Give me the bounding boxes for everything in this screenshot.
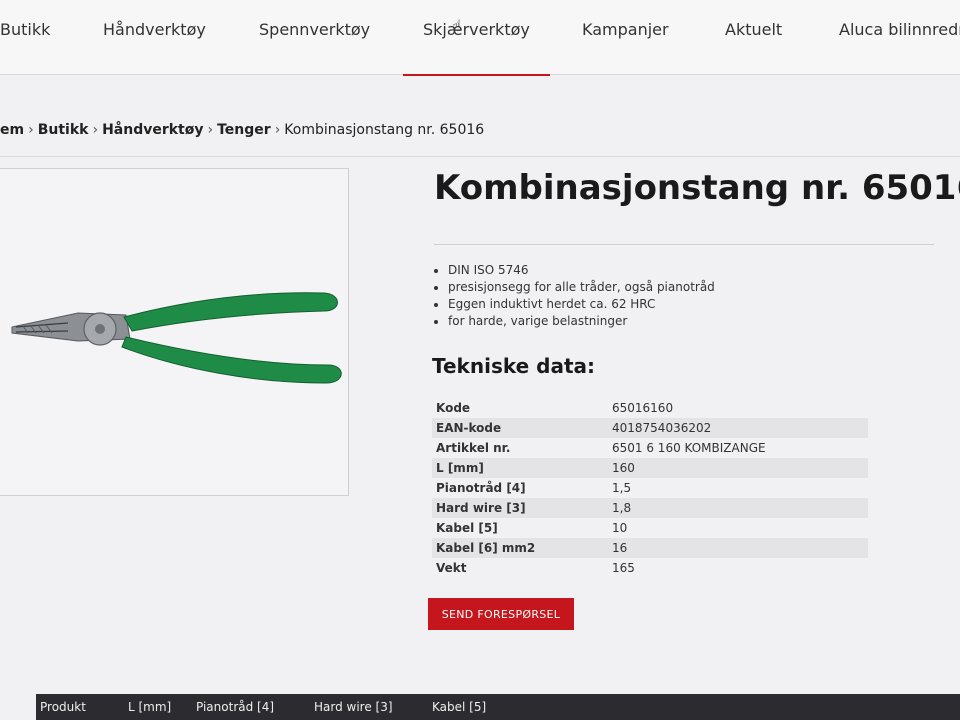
feature-item: Eggen induktivt herdet ca. 62 HRC <box>448 296 715 313</box>
breadcrumb-item-handverktoy[interactable]: Håndverktøy <box>102 122 203 138</box>
spec-key: Artikkel nr. <box>436 441 511 455</box>
breadcrumb-current: Kombinasjonstang nr. 65016 <box>284 122 485 138</box>
product-table-header: Produkt L [mm] Pianotråd [4] Hard wire [… <box>36 694 960 720</box>
product-image-box[interactable] <box>0 168 349 496</box>
nav-item-aktuelt[interactable]: Aktuelt <box>725 20 782 39</box>
spec-key: Kode <box>436 401 471 415</box>
column-header-hard-wire[interactable]: Hard wire [3] <box>314 700 393 714</box>
specs-table: Kode 65016160 EAN-kode 4018754036202 Artik… <box>432 398 868 578</box>
breadcrumb-item-butikk[interactable]: Butikk <box>38 122 89 138</box>
spec-key: EAN-kode <box>436 421 502 435</box>
breadcrumb: em › Butikk › Håndverktøy › Tenger › Kombinasjon… <box>0 122 484 138</box>
product-title: Kombinasjonstang nr. 65016 <box>434 168 960 208</box>
spec-key: L [mm] <box>436 461 484 475</box>
spec-key: Vekt <box>436 561 467 575</box>
spec-value: 10 <box>612 521 628 535</box>
nav-item-spennverktoy[interactable]: Spennverktøy <box>259 20 370 39</box>
spec-value: 1,8 <box>612 501 632 515</box>
spec-key: Hard wire [3] <box>436 501 526 515</box>
spec-value: 16 <box>612 541 628 555</box>
specs-title: Tekniske data: <box>432 354 596 378</box>
breadcrumb-item-home[interactable]: em <box>0 122 24 138</box>
hand-pointer-icon: ☝ <box>452 16 462 35</box>
feature-item: DIN ISO 5746 <box>448 262 715 279</box>
breadcrumb-separator: › <box>92 122 99 138</box>
spec-value: 1,5 <box>612 481 632 495</box>
feature-list: DIN ISO 5746 presisjonsegg for alle tråd… <box>430 262 715 330</box>
spec-value: 160 <box>612 461 635 475</box>
spec-key: Kabel [5] <box>436 521 498 535</box>
breadcrumb-separator: › <box>28 122 34 138</box>
spec-key: Pianotråd [4] <box>436 481 526 495</box>
breadcrumb-item-tenger[interactable]: Tenger <box>217 122 271 138</box>
spec-key: Kabel [6] mm2 <box>436 541 536 555</box>
table-row: Hard wire [3] 1,8 <box>432 498 868 518</box>
table-row: Kabel [5] 10 <box>432 518 868 538</box>
spec-value: 165 <box>612 561 635 575</box>
table-row: Vekt 165 <box>432 558 868 578</box>
breadcrumb-separator: › <box>207 122 214 138</box>
divider <box>0 156 960 157</box>
spec-value: 6501 6 160 KOMBIZANGE <box>612 441 766 455</box>
divider <box>434 244 934 245</box>
top-navigation: Butikk Håndverktøy Spennverktøy Skjærver… <box>0 0 960 76</box>
send-request-button[interactable]: SEND FORESPØRSEL <box>428 598 574 630</box>
nav-item-butikk[interactable]: Butikk <box>0 20 50 39</box>
table-row: Artikkel nr. 6501 6 160 KOMBIZANGE <box>432 438 868 458</box>
nav-item-skjaerverktoy[interactable]: Skjærverktøy <box>403 20 550 76</box>
column-header-kabel[interactable]: Kabel [5] <box>432 700 486 714</box>
column-header-length[interactable]: L [mm] <box>128 700 171 714</box>
feature-item: for harde, varige belastninger <box>448 313 715 330</box>
table-row: Pianotråd [4] 1,5 <box>432 478 868 498</box>
nav-item-handverktoy[interactable]: Håndverktøy <box>103 20 206 39</box>
column-header-produkt[interactable]: Produkt <box>40 700 86 714</box>
spec-value: 65016160 <box>612 401 674 415</box>
table-row: L [mm] 160 <box>432 458 868 478</box>
pliers-icon <box>11 292 342 384</box>
column-header-pianotrad[interactable]: Pianotråd [4] <box>196 700 274 714</box>
table-row: EAN-kode 4018754036202 <box>432 418 868 438</box>
table-row: Kode 65016160 <box>432 398 868 418</box>
nav-item-aluca[interactable]: Aluca bilinnredn <box>839 20 960 39</box>
feature-item: presisjonsegg for alle tråder, også pian… <box>448 279 715 296</box>
table-row: Kabel [6] mm2 16 <box>432 538 868 558</box>
breadcrumb-separator: › <box>274 122 281 138</box>
spec-value: 4018754036202 <box>612 421 712 435</box>
nav-item-kampanjer[interactable]: Kampanjer <box>582 20 669 39</box>
